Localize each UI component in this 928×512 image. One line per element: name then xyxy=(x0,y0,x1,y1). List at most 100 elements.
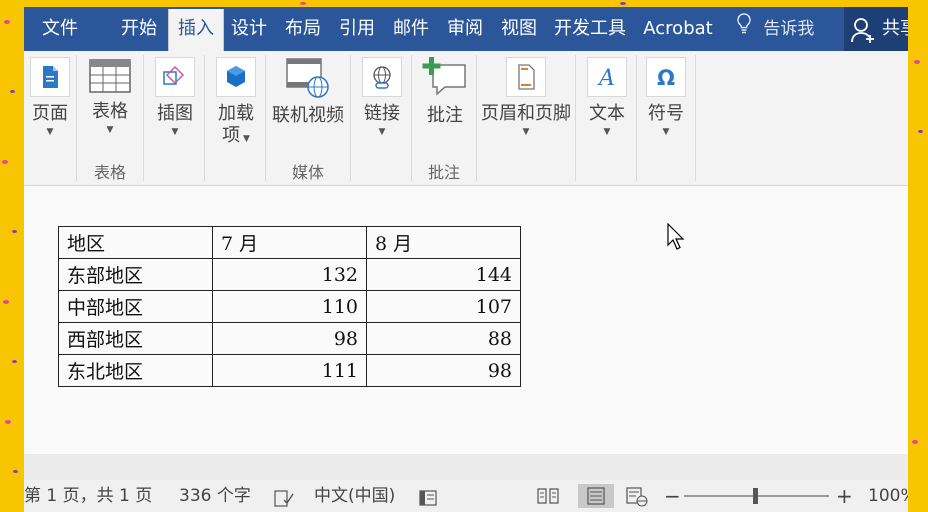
addins-button[interactable]: 加载 项 ▼ xyxy=(211,55,261,147)
tab-view[interactable]: 视图 xyxy=(492,7,546,51)
illustrations-button[interactable]: 插图 ▼ xyxy=(150,55,200,139)
table-cell[interactable]: 111 xyxy=(212,354,367,387)
table-header-cell[interactable]: 7 月 xyxy=(212,226,367,259)
chevron-down-icon: ▼ xyxy=(603,127,611,137)
group-label-media: 媒体 xyxy=(291,163,324,182)
illustrations-label: 插图 xyxy=(157,103,193,124)
online-video-button[interactable]: 联机视频 xyxy=(268,55,348,127)
text-label: 文本 xyxy=(589,103,625,124)
language-indicator[interactable]: 中文(中国) xyxy=(314,480,395,512)
tab-home[interactable]: 开始 xyxy=(112,7,166,51)
tab-layout[interactable]: 布局 xyxy=(276,7,330,51)
table-cell[interactable]: 中部地区 xyxy=(58,290,213,323)
share-button[interactable]: 共享 xyxy=(844,7,908,51)
web-layout-button[interactable] xyxy=(624,484,650,508)
proofing-icon[interactable] xyxy=(274,487,294,512)
group-comments: 批注 批注 xyxy=(412,55,477,182)
macro-record-icon[interactable] xyxy=(419,487,439,512)
document-page[interactable]: 地区 7 月 8 月 东部地区 132 144 中部地区 110 107 西部地… xyxy=(24,186,908,454)
zoom-slider[interactable] xyxy=(684,488,829,504)
read-mode-button[interactable] xyxy=(535,484,561,508)
addins-label: 加载 xyxy=(218,103,254,124)
group-tables: 表格 ▼ 表格 xyxy=(77,55,144,182)
video-globe-icon xyxy=(285,55,331,99)
page-count[interactable]: 第 1 页，共 1 页 xyxy=(24,480,152,512)
table-cell[interactable]: 144 xyxy=(366,258,521,291)
zoom-level[interactable]: 100% xyxy=(868,480,908,512)
group-media: 联机视频 媒体 xyxy=(266,55,351,182)
pages-button[interactable]: 页面 ▼ xyxy=(26,55,74,139)
table-row: 东部地区 132 144 xyxy=(58,258,521,291)
new-comment-button[interactable]: 批注 xyxy=(418,55,472,127)
status-bar: 第 1 页，共 1 页 336 个字 中文(中国) − + 100% xyxy=(24,480,908,512)
data-table[interactable]: 地区 7 月 8 月 东部地区 132 144 中部地区 110 107 西部地… xyxy=(58,226,521,387)
svg-text:Ω: Ω xyxy=(657,66,675,90)
table-cell[interactable]: 110 xyxy=(212,290,367,323)
table-cell[interactable]: 东部地区 xyxy=(58,258,213,291)
group-label-tables: 表格 xyxy=(93,163,126,182)
tab-references[interactable]: 引用 xyxy=(330,7,384,51)
tell-me-box[interactable]: 告诉我 xyxy=(736,7,814,51)
share-label: 共享 xyxy=(882,18,908,39)
online-video-label: 联机视频 xyxy=(272,105,344,126)
tab-file[interactable]: 文件 xyxy=(30,7,90,51)
table-row: 西部地区 98 88 xyxy=(58,322,521,355)
lightbulb-icon xyxy=(736,7,752,51)
new-comment-icon xyxy=(421,55,469,99)
table-icon xyxy=(89,57,131,95)
group-addins: 加载 项 ▼ xyxy=(205,55,266,181)
table-cell[interactable]: 东北地区 xyxy=(58,354,213,387)
book-icon xyxy=(537,488,559,504)
chevron-down-icon: ▼ xyxy=(171,127,179,137)
table-header-row: 地区 7 月 8 月 xyxy=(58,226,521,259)
link-globe-icon xyxy=(362,57,402,97)
word-count[interactable]: 336 个字 xyxy=(179,480,251,512)
chevron-down-icon: ▼ xyxy=(522,127,530,137)
chevron-down-icon: ▼ xyxy=(106,125,114,135)
table-cell[interactable]: 98 xyxy=(212,322,367,355)
group-symbols: Ω 符号 ▼ xyxy=(637,55,696,181)
symbol-button[interactable]: Ω 符号 ▼ xyxy=(641,55,691,139)
group-pages: 页面 ▼ xyxy=(24,55,77,181)
table-cell[interactable]: 98 xyxy=(366,354,521,387)
table-cell[interactable]: 132 xyxy=(212,258,367,291)
addins-label-2: 项 ▼ xyxy=(222,125,250,146)
table-header-cell[interactable]: 8 月 xyxy=(366,226,521,259)
tab-review[interactable]: 审阅 xyxy=(438,7,492,51)
document-gutter xyxy=(24,454,908,480)
person-icon xyxy=(851,17,877,47)
zoom-out-button[interactable]: − xyxy=(664,480,681,512)
table-header-cell[interactable]: 地区 xyxy=(58,226,213,259)
group-illustrations: 插图 ▼ xyxy=(144,55,205,181)
table-label: 表格 xyxy=(92,101,128,122)
table-cell[interactable]: 88 xyxy=(366,322,521,355)
links-button[interactable]: 链接 ▼ xyxy=(357,55,407,139)
zoom-slider-thumb[interactable] xyxy=(753,488,758,504)
header-footer-button[interactable]: 页眉和页脚 ▼ xyxy=(479,55,573,139)
ribbon-tab-bar: 文件 开始 插入 设计 布局 引用 邮件 审阅 视图 开发工具 Acrobat … xyxy=(24,7,908,51)
tab-acrobat[interactable]: Acrobat xyxy=(640,7,716,51)
group-links: 链接 ▼ xyxy=(351,55,412,181)
tab-developer[interactable]: 开发工具 xyxy=(550,7,630,51)
tab-insert[interactable]: 插入 xyxy=(168,9,224,51)
table-row: 东北地区 111 98 xyxy=(58,354,521,387)
page-icon xyxy=(30,57,70,97)
tell-me-label: 告诉我 xyxy=(763,19,815,39)
tab-design[interactable]: 设计 xyxy=(222,7,276,51)
text-button[interactable]: A 文本 ▼ xyxy=(582,55,632,139)
tab-mailings[interactable]: 邮件 xyxy=(384,7,438,51)
print-layout-button[interactable] xyxy=(578,484,614,508)
header-footer-icon xyxy=(506,57,546,97)
addin-cube-icon xyxy=(216,57,256,97)
word-window: 文件 开始 插入 设计 布局 引用 邮件 审阅 视图 开发工具 Acrobat … xyxy=(24,7,908,512)
text-box-icon: A xyxy=(587,57,627,97)
web-layout-icon xyxy=(626,487,648,507)
table-button[interactable]: 表格 ▼ xyxy=(85,55,135,137)
table-row: 中部地区 110 107 xyxy=(58,290,521,323)
zoom-in-button[interactable]: + xyxy=(836,480,853,512)
table-cell[interactable]: 西部地区 xyxy=(58,322,213,355)
shapes-icon xyxy=(155,57,195,97)
svg-text:A: A xyxy=(597,66,615,91)
chevron-down-icon: ▼ xyxy=(46,127,54,137)
table-cell[interactable]: 107 xyxy=(366,290,521,323)
